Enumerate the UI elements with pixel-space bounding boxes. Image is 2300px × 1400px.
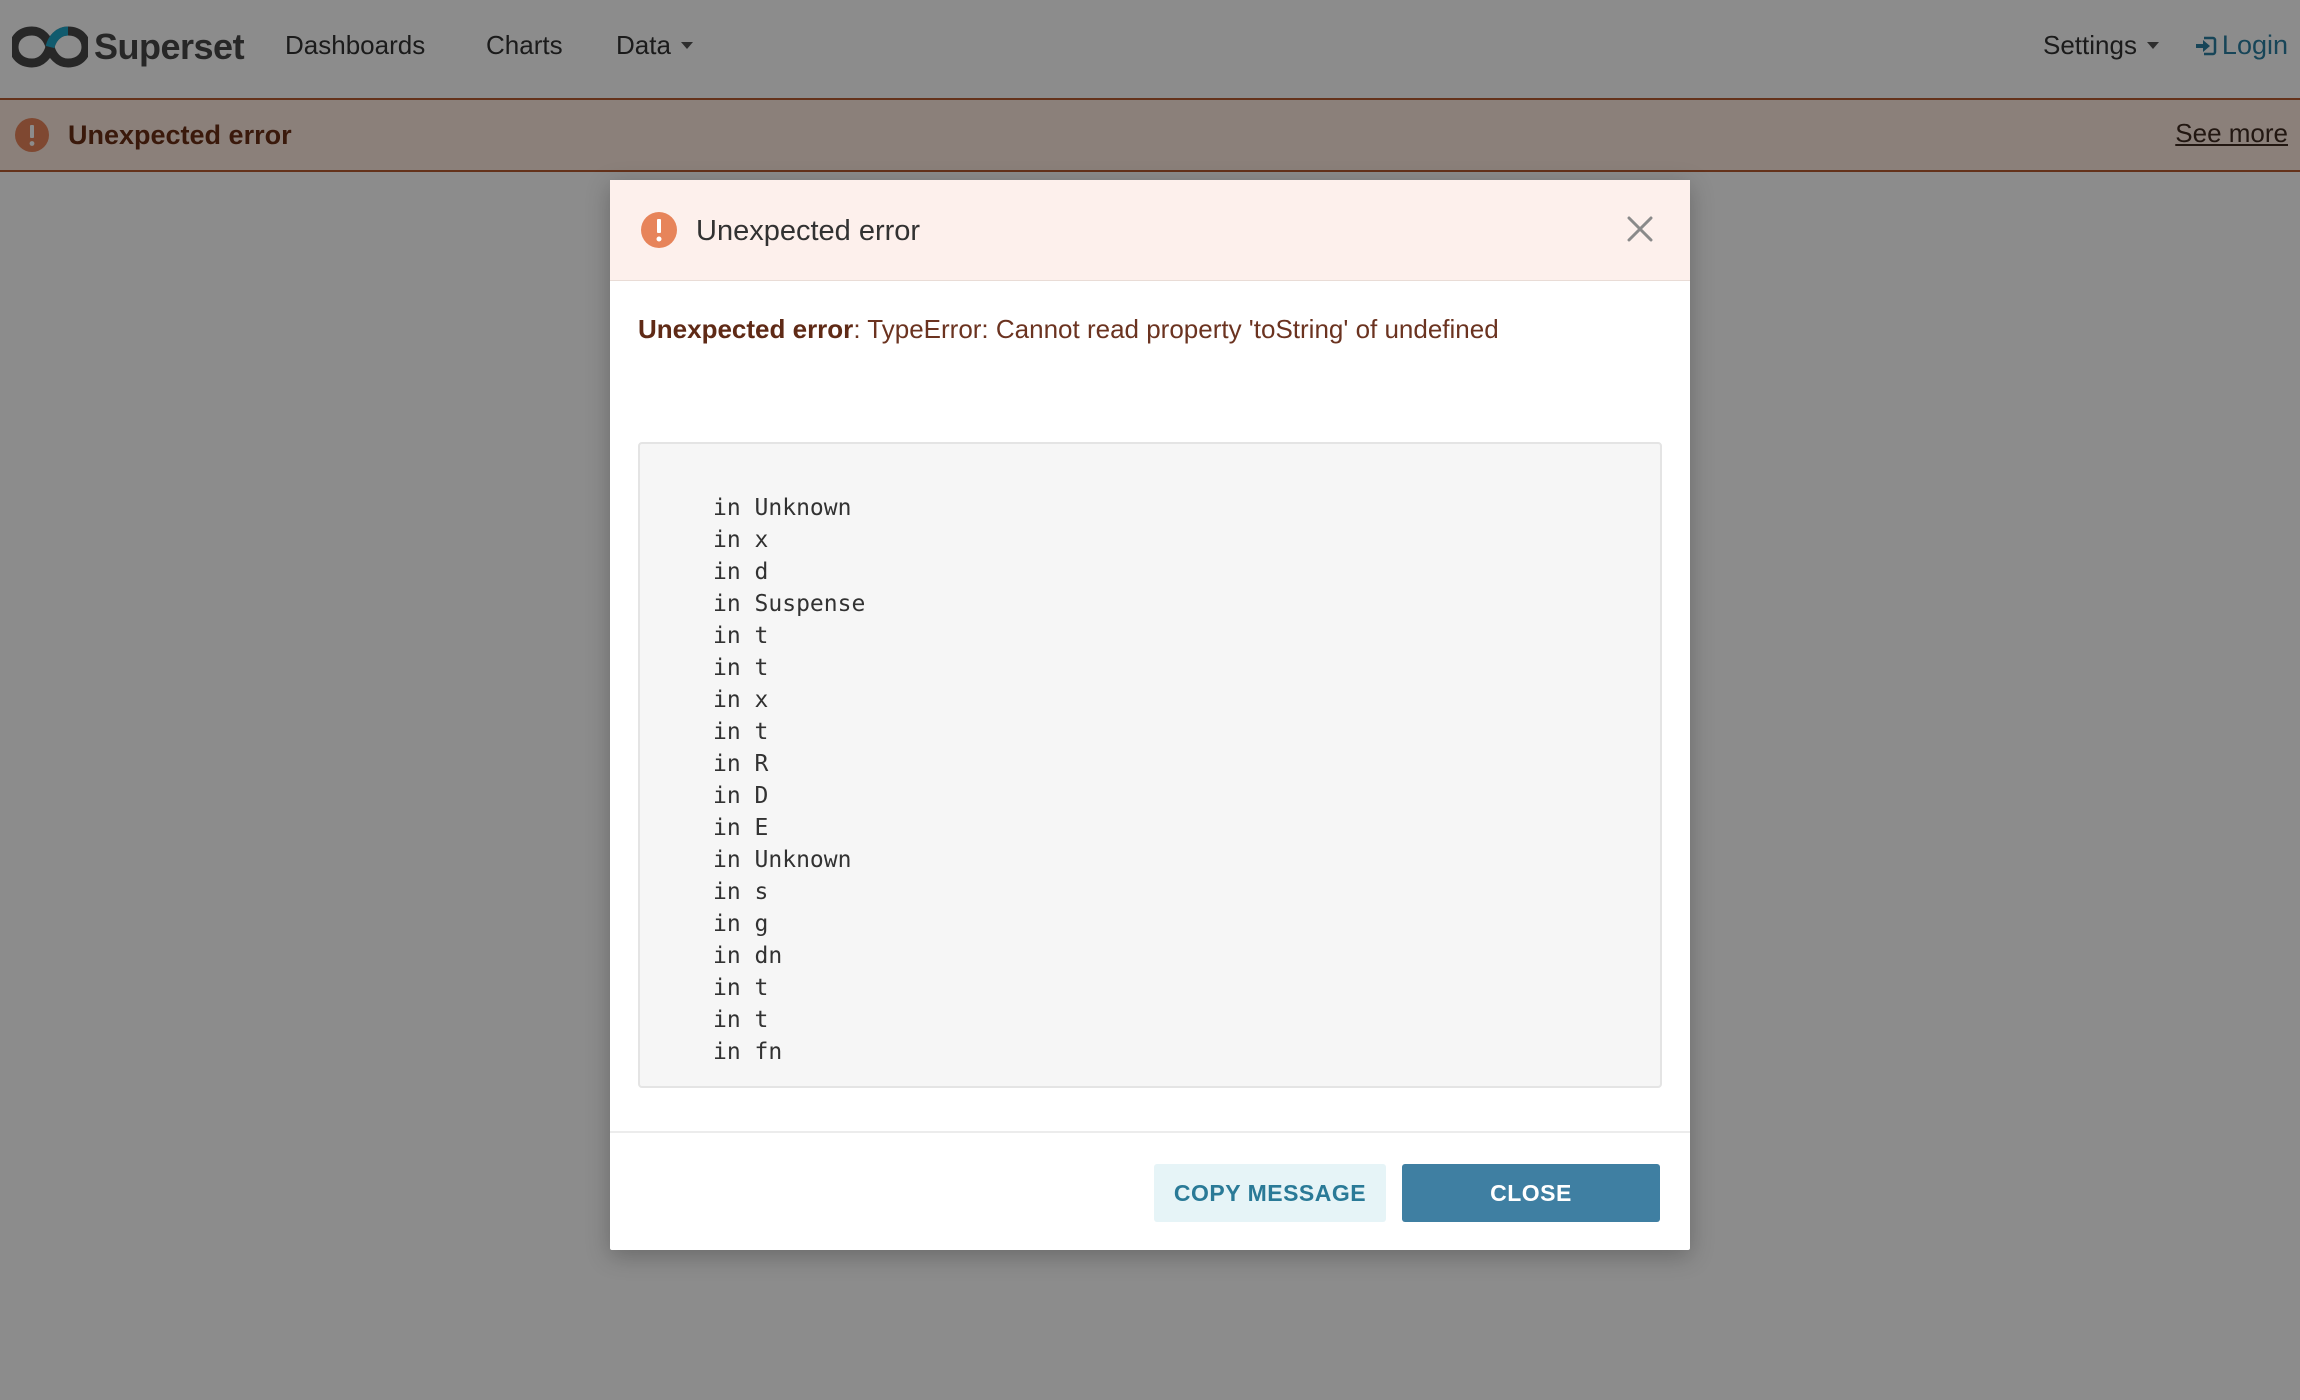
app-root: Superset Dashboards Charts Data Settings…	[0, 0, 2300, 1400]
close-button[interactable]: CLOSE	[1402, 1164, 1660, 1222]
stack-line: in t	[713, 1007, 769, 1033]
modal-footer: COPY MESSAGE CLOSE	[610, 1131, 1690, 1250]
error-message-title: Unexpected error	[638, 314, 854, 344]
stack-line: in E	[713, 815, 769, 841]
stack-trace: in Unknown in x in d in Suspense in t in…	[638, 442, 1662, 1088]
stack-line: in t	[713, 655, 769, 681]
stack-line: in x	[713, 687, 769, 713]
error-icon	[641, 212, 677, 248]
error-modal: Unexpected error Unexpected error: TypeE…	[610, 180, 1690, 1250]
stack-line: in dn	[713, 943, 783, 969]
modal-title: Unexpected error	[696, 215, 921, 247]
stack-line: in d	[713, 559, 769, 585]
stack-line: in s	[713, 879, 769, 905]
stack-line: in t	[713, 623, 769, 649]
error-message: Unexpected error: TypeError: Cannot read…	[638, 314, 1499, 345]
stack-line: in Unknown	[713, 847, 852, 873]
modal-header: Unexpected error	[610, 180, 1690, 281]
stack-line: in t	[713, 719, 769, 745]
stack-line: in t	[713, 975, 769, 1001]
stack-line: in x	[713, 527, 769, 553]
copy-message-button[interactable]: COPY MESSAGE	[1154, 1164, 1386, 1222]
error-message-detail: : TypeError: Cannot read property 'toStr…	[853, 314, 1499, 344]
close-icon[interactable]	[1624, 213, 1656, 245]
stack-line: in g	[713, 911, 769, 937]
stack-line: in Suspense	[713, 591, 866, 617]
stack-line: in Unknown	[713, 495, 852, 521]
stack-line: in R	[713, 751, 769, 777]
stack-line: in D	[713, 783, 769, 809]
stack-line: in fn	[713, 1039, 783, 1065]
